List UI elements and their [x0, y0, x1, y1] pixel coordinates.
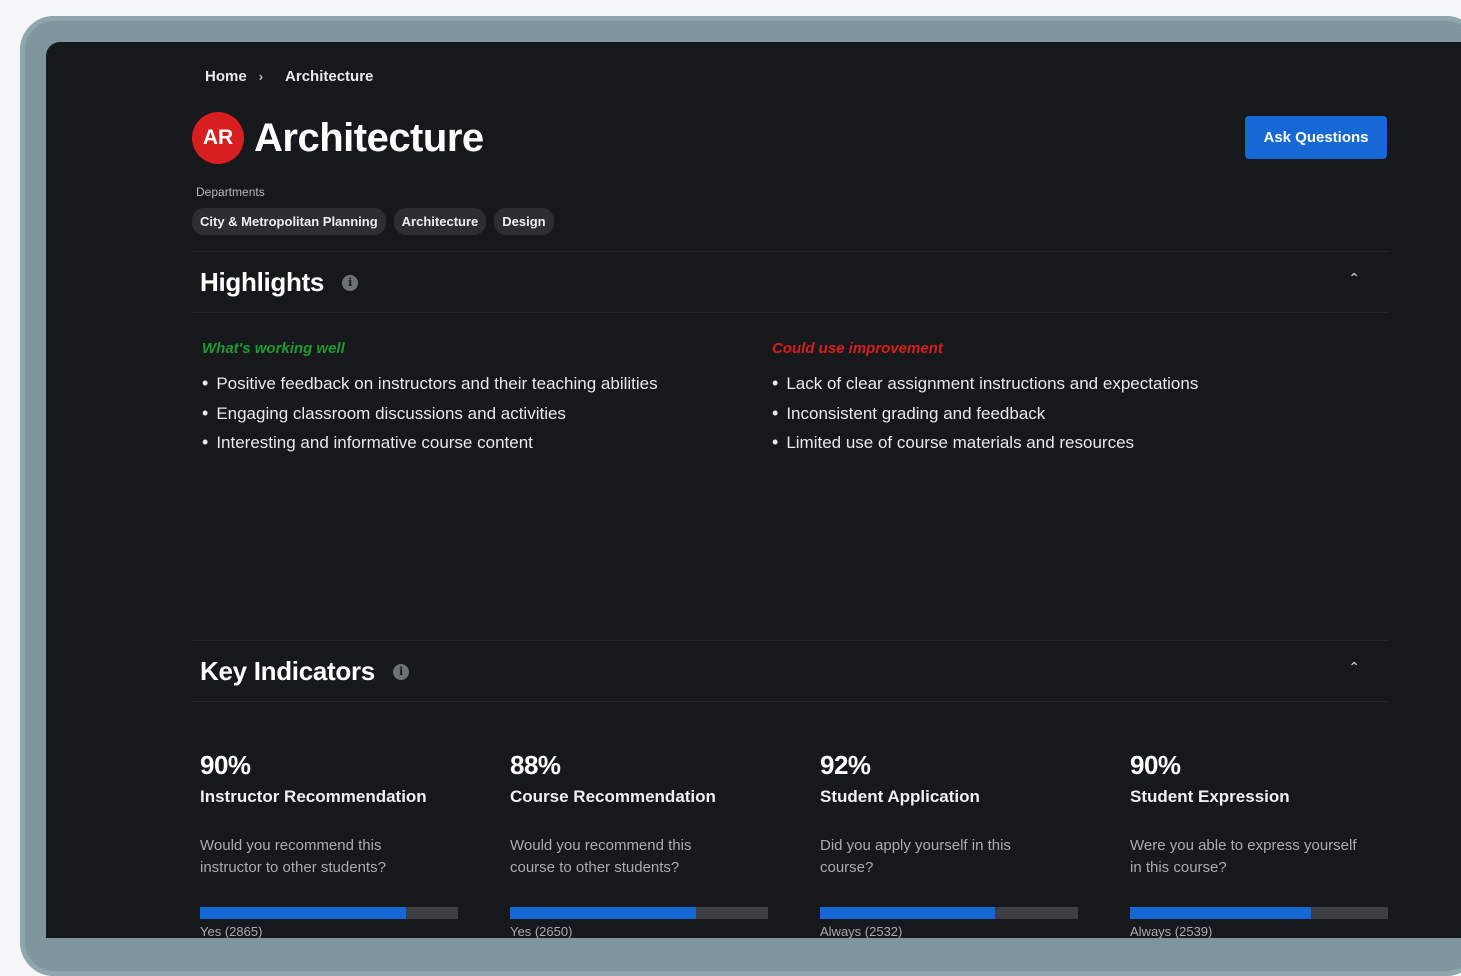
progress-bar [510, 907, 768, 919]
chevron-up-icon[interactable]: ⌃ [1348, 659, 1360, 676]
progress-bar [1130, 907, 1388, 919]
page-title: Architecture [254, 115, 484, 160]
list-item: Interesting and informative course conte… [202, 428, 658, 458]
highlights-title: Highlights [200, 267, 325, 297]
list-item: Lack of clear assignment instructions an… [772, 369, 1198, 399]
indicator-answer: Always (2539) [1130, 924, 1213, 938]
app-screen: Home › Architecture AR Architecture Ask … [46, 42, 1461, 938]
indicator-row: 90% Instructor Recommendation Would you … [200, 750, 1440, 938]
indicator-question: Would you recommend this course to other… [510, 837, 692, 876]
indicator-answer: Always (2532) [820, 924, 903, 938]
progress-fill [200, 907, 407, 919]
breadcrumb-home[interactable]: Home [205, 68, 247, 85]
list-item: Inconsistent grading and feedback [772, 399, 1198, 429]
list-item: Positive feedback on instructors and the… [202, 369, 657, 399]
indicator-percent: 90% [1130, 750, 1181, 780]
section-title: Highlights i [200, 267, 359, 298]
chevron-up-icon[interactable]: ⌃ [1348, 270, 1360, 287]
progress-bar [820, 907, 1078, 919]
info-icon[interactable]: i [342, 274, 359, 291]
department-chips: City & Metropolitan Planning Architectur… [192, 208, 554, 235]
indicator-card: 90% Student Expression Were you able to … [1130, 750, 1440, 938]
highlights-header[interactable]: Highlights i ⌃ [192, 251, 1388, 313]
indicator-percent: 90% [200, 750, 251, 780]
indicator-name: Course Recommendation [510, 787, 716, 806]
indicator-percent: 88% [510, 750, 561, 780]
departments-label: Departments [196, 185, 265, 199]
key-indicators-title: Key Indicators [200, 656, 375, 686]
progress-fill [510, 907, 696, 919]
indicator-name: Student Application [820, 787, 980, 806]
list-item: Limited use of course materials and reso… [772, 428, 1198, 458]
department-chip[interactable]: Design [494, 208, 554, 235]
indicator-name: Instructor Recommendation [200, 787, 427, 806]
working-well-list: Positive feedback on instructors and the… [202, 369, 658, 458]
indicator-name: Student Expression [1130, 787, 1290, 806]
improvement-list: Lack of clear assignment instructions an… [772, 369, 1198, 458]
progress-fill [820, 907, 996, 919]
improvement-heading: Could use improvement [772, 340, 943, 357]
info-icon[interactable]: i [392, 663, 409, 680]
title-row: AR Architecture [192, 112, 484, 164]
working-well-heading: What's working well [202, 340, 345, 357]
key-indicators-header[interactable]: Key Indicators i ⌃ [192, 640, 1388, 702]
indicator-answer: Yes (2865) [200, 924, 263, 938]
breadcrumb: Home › Architecture [205, 68, 373, 85]
indicator-question: Were you able to express yourself in thi… [1130, 837, 1357, 876]
improvement-column: Could use improvement Lack of clear assi… [772, 340, 1198, 458]
breadcrumb-current[interactable]: Architecture [285, 68, 373, 85]
avatar: AR [192, 112, 244, 164]
section-title: Key Indicators i [200, 656, 409, 687]
ask-questions-button[interactable]: Ask Questions [1245, 116, 1387, 159]
indicator-card: 92% Student Application Did you apply yo… [820, 750, 1130, 938]
indicator-card: 90% Instructor Recommendation Would you … [200, 750, 510, 938]
indicator-question: Would you recommend this instructor to o… [200, 837, 386, 876]
list-item: Engaging classroom discussions and activ… [202, 399, 658, 429]
department-chip[interactable]: City & Metropolitan Planning [192, 208, 386, 235]
department-chip[interactable]: Architecture [393, 208, 487, 235]
progress-fill [1130, 907, 1311, 919]
indicator-card: 88% Course Recommendation Would you reco… [510, 750, 820, 938]
breadcrumb-separator: › [258, 69, 264, 84]
progress-bar [200, 907, 458, 919]
indicator-percent: 92% [820, 750, 871, 780]
indicator-question: Did you apply yourself in this course? [820, 837, 1011, 876]
working-well-column: What's working well Positive feedback on… [202, 340, 658, 458]
indicator-answer: Yes (2650) [510, 924, 573, 938]
